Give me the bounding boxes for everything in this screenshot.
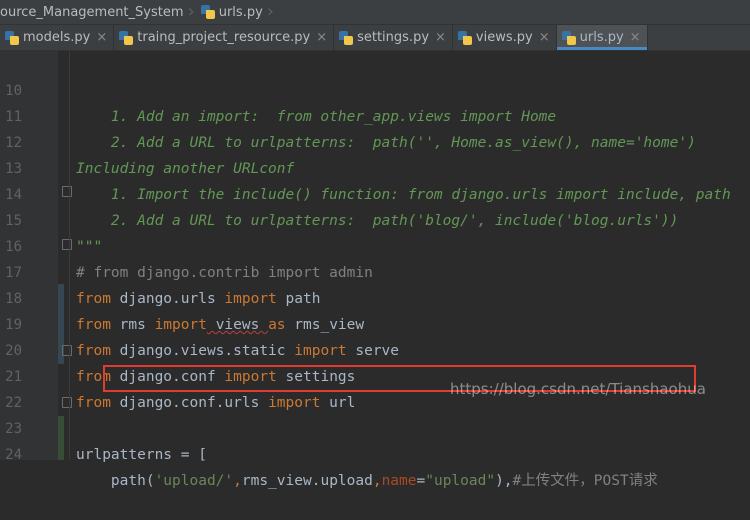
code-line: 20 from django.conf import settings xyxy=(0,312,750,385)
python-file-icon xyxy=(457,30,472,45)
string-literal: 'upload/' xyxy=(154,473,234,489)
code-line: 19 from django.views.static import serve xyxy=(0,286,750,359)
breadcrumb-project-label: ource_Management_System xyxy=(0,4,184,20)
python-file-icon xyxy=(339,30,354,45)
comma: , xyxy=(233,473,242,489)
code-line: 21 from django.conf.urls import url xyxy=(0,338,750,411)
call-close: ), xyxy=(495,473,513,489)
gutter-divider xyxy=(69,51,70,460)
close-icon[interactable]: × xyxy=(435,30,446,45)
code-line: 15 """ xyxy=(0,182,750,255)
close-icon[interactable]: × xyxy=(539,30,550,45)
code-line: 10 1. Add an import: from other_app.view… xyxy=(0,52,750,125)
line-text: urlpatterns = [ xyxy=(76,447,207,463)
breadcrumb-file-label: urls.py xyxy=(218,4,263,20)
close-icon[interactable]: × xyxy=(630,30,641,45)
tab-label: models.py xyxy=(23,30,91,45)
tab-label: traing_project_resource.py xyxy=(137,30,311,45)
tab-views[interactable]: views.py × xyxy=(453,25,557,50)
code-line: 12 Including another URLconf xyxy=(0,104,750,177)
line-text: path('upload/',rms_view.upload,name="upl… xyxy=(76,468,658,494)
code-editor[interactable]: 10 1. Add an import: from other_app.view… xyxy=(0,51,750,489)
watermark: https://blog.csdn.net/Tianshaohua xyxy=(450,380,706,398)
comma: , xyxy=(372,473,382,489)
breadcrumb-separator-icon: › xyxy=(187,1,195,22)
breadcrumb: ource_Management_System › urls.py › xyxy=(0,0,750,25)
code-line: 16 # from django.contrib import admin xyxy=(0,208,750,281)
code-line: 17 from django.urls import path xyxy=(0,234,750,307)
close-icon[interactable]: × xyxy=(316,30,327,45)
python-file-icon xyxy=(200,5,215,19)
breadcrumb-separator-icon: › xyxy=(266,1,274,22)
code-line: 14 2. Add a URL to urlpatterns: path('bl… xyxy=(0,156,750,229)
equals-sign: = xyxy=(416,473,426,489)
python-file-icon xyxy=(561,30,576,45)
code-line: 18 from rms import views as rms_view xyxy=(0,260,750,333)
editor-tabs: models.py × traing_project_resource.py ×… xyxy=(0,25,750,51)
inline-comment: #上传文件，POST请求 xyxy=(512,473,658,489)
code-line: 13 1. Import the include() function: fro… xyxy=(0,130,750,203)
tab-urls[interactable]: urls.py × xyxy=(556,25,648,50)
tab-label: settings.py xyxy=(357,30,430,45)
breadcrumb-file[interactable]: urls.py xyxy=(200,0,263,24)
python-file-icon xyxy=(119,30,134,45)
code-line: 24 path('upload/',rms_view.upload,name="… xyxy=(0,416,750,489)
keyword-argument: name xyxy=(381,473,417,489)
call-open: path( xyxy=(76,473,155,489)
tab-label: urls.py xyxy=(579,30,624,45)
breadcrumb-project[interactable]: ource_Management_System xyxy=(0,0,184,24)
view-reference: rms_view.upload xyxy=(241,473,373,489)
tab-settings[interactable]: settings.py × xyxy=(334,25,453,50)
python-file-icon xyxy=(5,30,19,45)
tab-traing-project-resource[interactable]: traing_project_resource.py × xyxy=(114,25,335,50)
string-literal: "upload" xyxy=(425,473,496,489)
code-line: 11 2. Add a URL to urlpatterns: path('',… xyxy=(0,78,750,151)
line-number: 24 xyxy=(5,447,22,463)
close-icon[interactable]: × xyxy=(96,30,107,45)
tab-models[interactable]: models.py × xyxy=(0,25,115,50)
tab-label: views.py xyxy=(475,30,533,45)
